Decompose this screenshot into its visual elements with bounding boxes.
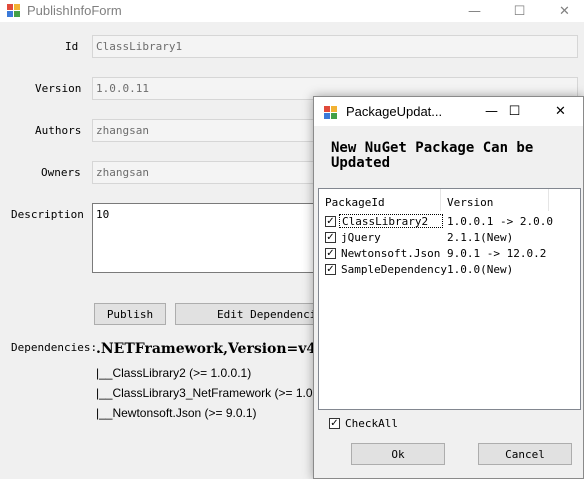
check-icon: ✓: [326, 215, 335, 227]
publish-button[interactable]: Publish: [94, 303, 166, 325]
package-row[interactable]: ✓ SampleDependency 1.0.0(New): [319, 262, 559, 278]
dependencies-label: Dependencies:: [11, 341, 98, 354]
package-version-cell: 1.0.0.1 -> 2.0.0: [447, 215, 553, 228]
check-icon: ✓: [326, 263, 335, 275]
check-icon: ✓: [330, 417, 339, 429]
package-row[interactable]: ✓ ClassLibrary2 1.0.0.1 -> 2.0.0: [319, 214, 559, 230]
id-label: Id: [65, 40, 79, 53]
dialog-titlebar: PackageUpdat... — ☐ ✕: [314, 97, 583, 126]
owners-label: Owners: [41, 166, 81, 179]
check-icon: ✓: [326, 231, 335, 243]
package-checkbox[interactable]: ✓: [325, 248, 336, 259]
column-header-packageid[interactable]: PackageId: [319, 189, 441, 211]
package-list[interactable]: PackageId Version ✓ ClassLibrary2 1.0.0.…: [318, 188, 581, 410]
package-id-cell: ClassLibrary2: [339, 214, 443, 228]
window-title: PublishInfoForm: [27, 3, 122, 18]
dependency-item: |__ClassLibrary2 (>= 1.0.0.1): [96, 366, 252, 380]
package-id-cell: jQuery: [341, 231, 381, 244]
description-label: Description: [11, 208, 84, 221]
close-button[interactable]: ✕: [542, 0, 584, 22]
app-icon: [324, 106, 337, 119]
package-checkbox[interactable]: ✓: [325, 232, 336, 243]
dialog-title: PackageUpdat...: [346, 104, 443, 119]
package-checkbox[interactable]: ✓: [325, 264, 336, 275]
dependency-item: |__Newtonsoft.Json (>= 9.0.1): [96, 406, 257, 420]
app-icon: [7, 4, 20, 17]
maximize-button[interactable]: ☐: [497, 0, 542, 22]
cancel-button[interactable]: Cancel: [478, 443, 572, 465]
id-field[interactable]: ClassLibrary1: [92, 35, 578, 58]
package-id-cell: Newtonsoft.Json: [341, 247, 441, 260]
authors-field[interactable]: zhangsan: [92, 119, 322, 142]
package-version-cell: 2.1.1(New): [447, 231, 514, 244]
package-checkbox[interactable]: ✓: [325, 216, 336, 227]
maximize-icon: ☐: [513, 3, 526, 19]
minimize-button[interactable]: —: [452, 0, 497, 22]
check-icon: ✓: [326, 247, 335, 259]
checkall-label[interactable]: CheckAll: [345, 417, 398, 430]
checkall-checkbox[interactable]: ✓: [329, 418, 340, 429]
edit-dependencies-button[interactable]: Edit Dependencie: [175, 303, 325, 325]
close-icon: ✕: [559, 3, 570, 19]
owners-field[interactable]: zhangsan: [92, 161, 322, 184]
package-row[interactable]: ✓ jQuery 2.1.1(New): [319, 230, 559, 246]
column-header-version[interactable]: Version: [441, 189, 549, 211]
dependency-framework: .NETFramework,Version=v4.7.2: [96, 341, 346, 357]
dialog-maximize-button[interactable]: ☐: [492, 97, 537, 126]
main-titlebar: PublishInfoForm — ☐ ✕: [0, 0, 584, 22]
dependency-item: |__ClassLibrary3_NetFramework (>= 1.0.0.…: [96, 386, 333, 400]
close-icon: ✕: [555, 104, 566, 119]
dialog-close-button[interactable]: ✕: [538, 97, 583, 126]
version-label: Version: [35, 82, 82, 95]
package-update-dialog: PackageUpdat... — ☐ ✕ New NuGet Package …: [313, 96, 584, 479]
maximize-icon: ☐: [508, 104, 521, 119]
dialog-heading: New NuGet Package Can be Updated: [331, 140, 534, 171]
minimize-icon: —: [468, 3, 481, 19]
ok-button[interactable]: Ok: [351, 443, 445, 465]
authors-label: Authors: [35, 124, 82, 137]
description-field[interactable]: 10: [92, 203, 322, 273]
package-version-cell: 1.0.0(New): [447, 263, 514, 276]
package-id-cell: SampleDependency: [341, 263, 447, 276]
package-row[interactable]: ✓ Newtonsoft.Json 9.0.1 -> 12.0.2: [319, 246, 559, 262]
package-version-cell: 9.0.1 -> 12.0.2: [447, 247, 547, 260]
